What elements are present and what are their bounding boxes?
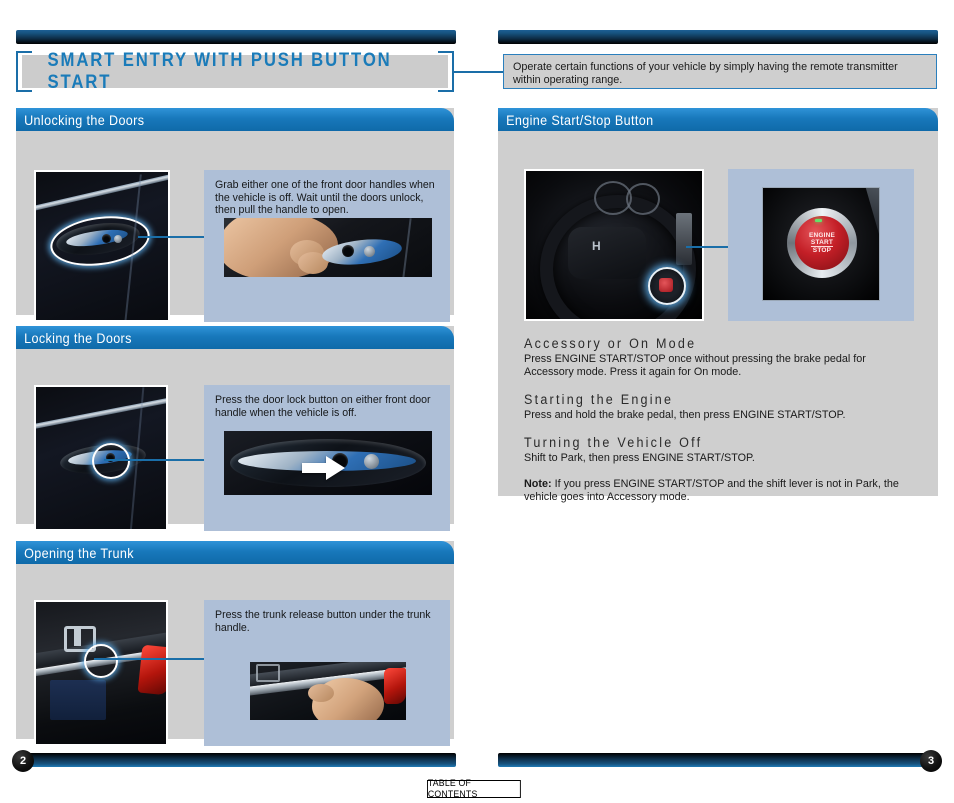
section-heading-label: Unlocking the Doors bbox=[24, 111, 145, 128]
dash-vent bbox=[676, 213, 692, 265]
trunk-scene bbox=[36, 602, 166, 744]
steering-wheel-scene: H bbox=[526, 171, 702, 319]
note-label: Note: bbox=[524, 478, 552, 490]
inset-tail-light bbox=[384, 668, 406, 704]
start-button-mini bbox=[659, 278, 673, 292]
section-locking-the-doors: Locking the Doors Press the door lock bu… bbox=[16, 326, 454, 531]
trunk-hand-scene bbox=[250, 662, 406, 720]
section-header-unlocking: Unlocking the Doors bbox=[16, 108, 454, 131]
bottom-rail-right bbox=[498, 753, 938, 767]
lock-closeup-scene bbox=[224, 431, 432, 495]
trunk-release-highlight-ring bbox=[84, 644, 118, 678]
button-line-3: STOP bbox=[812, 247, 832, 255]
subheading-accessory-or-on-mode: Accessory or On Mode bbox=[524, 336, 697, 351]
engine-start-stop-button[interactable]: ENGINE START STOP bbox=[795, 216, 849, 270]
top-rail-right bbox=[498, 30, 938, 44]
start-button-scene: ENGINE START STOP bbox=[763, 188, 879, 300]
section-unlocking-the-doors: Unlocking the Doors Grab either one of t… bbox=[16, 108, 454, 322]
lock-button-highlight-ring bbox=[92, 443, 130, 479]
license-plate-area bbox=[50, 680, 106, 720]
photo-engine-start-stop-button-closeup: ENGINE START STOP bbox=[728, 169, 914, 321]
page-number-right: 3 bbox=[920, 750, 942, 772]
tail-light bbox=[137, 644, 166, 696]
callout-line-unlocking bbox=[138, 236, 206, 238]
page-number-left: 2 bbox=[12, 750, 34, 772]
pointer-arrow-icon bbox=[302, 456, 345, 480]
intro-connector-line bbox=[487, 71, 504, 73]
table-of-contents-button[interactable]: TABLE OF CONTENTS bbox=[427, 778, 521, 800]
bottom-rail-left bbox=[16, 753, 456, 767]
photo-door-handle-lock-button-closeup bbox=[222, 429, 434, 497]
text-turning-the-vehicle-off: Shift to Park, then press ENGINE START/S… bbox=[524, 452, 755, 464]
section-heading-label: Opening the Trunk bbox=[24, 544, 134, 561]
photo-hand-grabbing-door-handle bbox=[222, 216, 434, 279]
manual-page: SMART ENTRY WITH PUSH BUTTON START Opera… bbox=[0, 0, 954, 803]
handle-highlight-ring bbox=[47, 210, 153, 272]
text-starting-the-engine: Press and hold the brake pedal, then pre… bbox=[524, 409, 846, 421]
inset-sensor-dot bbox=[364, 246, 375, 257]
inset-door-seam bbox=[402, 218, 412, 277]
hand-handle-scene bbox=[224, 218, 432, 277]
dash-panel-edge bbox=[865, 188, 879, 234]
button-status-led bbox=[815, 219, 822, 222]
photo-trunk-lid-release-highlighted bbox=[34, 600, 168, 746]
photo-steering-wheel-with-start-button: H bbox=[524, 169, 704, 321]
door-scene-2 bbox=[36, 387, 166, 529]
note-text: If you press ENGINE START/STOP and the s… bbox=[524, 478, 899, 503]
instruction-text-trunk: Press the trunk release button under the… bbox=[215, 609, 431, 634]
section-header-locking: Locking the Doors bbox=[16, 326, 454, 349]
subheading-starting-the-engine: Starting the Engine bbox=[524, 392, 674, 407]
photo-car-door-handle-highlighted bbox=[34, 170, 170, 322]
top-rail-left bbox=[16, 30, 456, 44]
section-opening-the-trunk: Opening the Trunk Press the trunk releas… bbox=[16, 541, 454, 746]
steering-wheel-hub bbox=[568, 227, 646, 279]
photo-car-door-handle-lock-button bbox=[34, 385, 168, 531]
section-heading-label: Locking the Doors bbox=[24, 329, 132, 346]
engine-instructions: Accessory or On Mode Press ENGINE START/… bbox=[524, 336, 914, 504]
instrument-gauge-2 bbox=[626, 183, 660, 215]
section-heading-label: Engine Start/Stop Button bbox=[506, 111, 654, 128]
button-line-1: ENGINE bbox=[808, 231, 836, 239]
inset-honda-emblem-icon bbox=[256, 664, 280, 682]
note-paragraph: Note: If you press ENGINE START/STOP and… bbox=[524, 478, 914, 504]
page-title-box: SMART ENTRY WITH PUSH BUTTON START bbox=[22, 50, 448, 93]
section-header-trunk: Opening the Trunk bbox=[16, 541, 454, 564]
section-header-engine: Engine Start/Stop Button bbox=[498, 108, 938, 131]
honda-logo-icon: H bbox=[592, 239, 601, 253]
callout-line-trunk bbox=[94, 658, 206, 660]
intro-text: Operate certain functions of your vehicl… bbox=[513, 61, 898, 86]
start-button-photo-frame: ENGINE START STOP bbox=[762, 187, 880, 301]
text-accessory-or-on-mode: Press ENGINE START/STOP once without pre… bbox=[524, 353, 866, 378]
closeup-sensor-dot bbox=[364, 454, 379, 469]
finger-trunk-1 bbox=[308, 684, 334, 702]
page-title: SMART ENTRY WITH PUSH BUTTON START bbox=[47, 49, 392, 93]
intro-box: Operate certain functions of your vehicl… bbox=[503, 54, 937, 89]
callout-line-locking bbox=[104, 459, 206, 461]
start-button-highlight-ring bbox=[648, 267, 686, 305]
subheading-turning-the-vehicle-off: Turning the Vehicle Off bbox=[524, 435, 703, 450]
inset-lock-button bbox=[342, 245, 354, 257]
page-title-banner: SMART ENTRY WITH PUSH BUTTON START bbox=[16, 50, 454, 93]
instruction-text-unlocking: Grab either one of the front door handle… bbox=[215, 179, 435, 217]
section-engine-start-stop-button: Engine Start/Stop Button H ENGINE START … bbox=[498, 108, 938, 503]
instruction-text-locking: Press the door lock button on either fro… bbox=[215, 394, 431, 419]
door-chrome-trim bbox=[36, 172, 168, 213]
door-scene bbox=[36, 172, 168, 320]
door-chrome-trim-2 bbox=[36, 392, 166, 431]
button-line-2: START bbox=[810, 238, 834, 248]
photo-hand-pressing-trunk-release bbox=[248, 660, 408, 722]
